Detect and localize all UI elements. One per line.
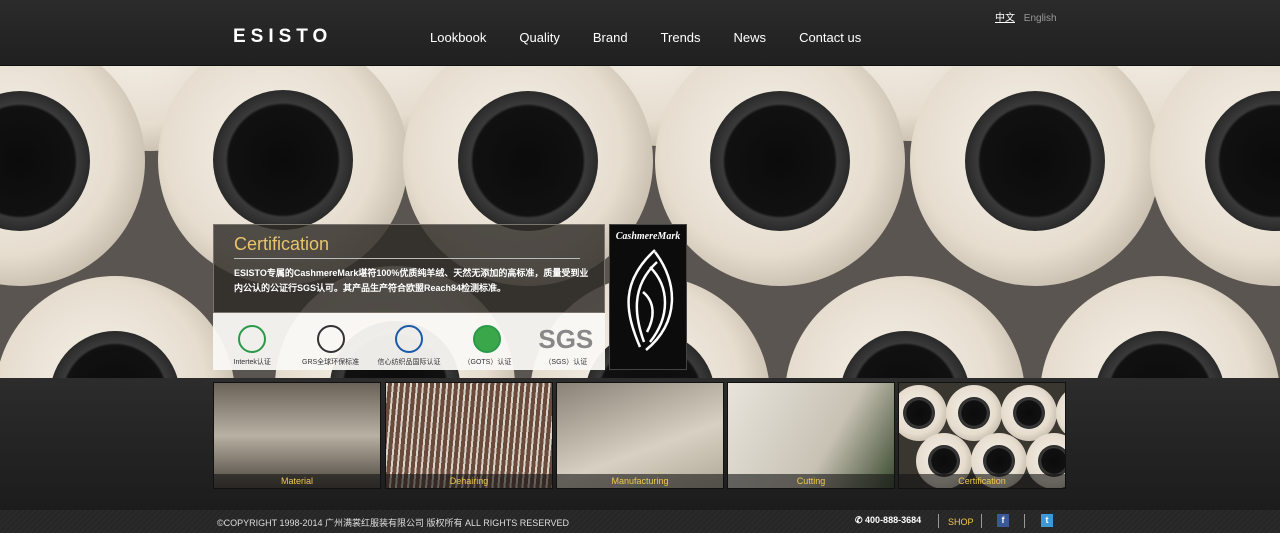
nav-contact[interactable]: Contact us bbox=[799, 30, 861, 45]
thumb-label: Cutting bbox=[728, 474, 894, 488]
thumb-cutting[interactable]: Cutting bbox=[727, 382, 895, 489]
thumb-label: Certification bbox=[899, 474, 1065, 488]
global-recycle-icon bbox=[395, 325, 424, 353]
logo-global-recycle: 信心纺织品国际认证 bbox=[370, 313, 448, 370]
nav-quality[interactable]: Quality bbox=[519, 30, 559, 45]
gots-icon bbox=[473, 325, 502, 353]
thumb-label: Material bbox=[214, 474, 380, 488]
certification-title: Certification bbox=[234, 234, 330, 254]
thumb-label: Manufacturing bbox=[557, 474, 723, 488]
spool-core bbox=[213, 90, 353, 230]
phone-number: 400-888-3684 bbox=[865, 515, 922, 525]
sgs-mark: SGS bbox=[538, 324, 594, 354]
nav-brand[interactable]: Brand bbox=[593, 30, 628, 45]
phone: ✆ 400-888-3684 bbox=[855, 515, 921, 526]
caption: GRS全球环保标准 bbox=[302, 359, 360, 366]
phone-icon: ✆ bbox=[855, 515, 866, 525]
certification-logos: Intertek认证 GRS全球环保标准 信心纺织品国际认证 （GOTS）认证 … bbox=[213, 313, 605, 370]
caption: （SGS）认证 bbox=[544, 359, 588, 366]
nav-trends[interactable]: Trends bbox=[661, 30, 701, 45]
nav-news[interactable]: News bbox=[734, 30, 767, 45]
logo-grs: GRS全球环保标准 bbox=[291, 313, 369, 370]
caption: （GOTS）认证 bbox=[463, 359, 512, 366]
thumb-label: Dehairing bbox=[386, 474, 552, 488]
spool-core bbox=[710, 91, 850, 231]
lang-chinese[interactable]: 中文 bbox=[995, 13, 1015, 24]
cashmere-mark-title: CashmereMark bbox=[615, 231, 681, 242]
facebook-icon[interactable]: f bbox=[997, 514, 1009, 527]
divider bbox=[981, 514, 982, 528]
logo-sgs: SGS （SGS）认证 bbox=[527, 313, 605, 370]
certification-panel: Certification ESISTO专属的CashmereMark堪符100… bbox=[213, 224, 605, 313]
caption: Intertek认证 bbox=[233, 359, 271, 366]
spool-core bbox=[903, 397, 935, 429]
divider bbox=[234, 258, 580, 259]
divider bbox=[938, 514, 939, 528]
thumb-certification[interactable]: Certification bbox=[898, 382, 1066, 489]
logo[interactable]: ESISTO bbox=[233, 26, 332, 48]
copyright: ©COPYRIGHT 1998-2014 广州满裳红服装有限公司 版权所有 AL… bbox=[217, 518, 570, 528]
footer: ©COPYRIGHT 1998-2014 广州满裳红服装有限公司 版权所有 AL… bbox=[0, 510, 1280, 533]
lang-english[interactable]: English bbox=[1024, 13, 1057, 24]
thumb-material[interactable]: Material bbox=[213, 382, 381, 489]
logo-intertek: Intertek认证 bbox=[213, 313, 291, 370]
organic-blended-icon bbox=[316, 325, 345, 353]
nav-lookbook[interactable]: Lookbook bbox=[430, 30, 486, 45]
intertek-icon bbox=[238, 325, 267, 353]
flame-icon bbox=[627, 249, 674, 351]
cashmere-mark-badge: CashmereMark bbox=[609, 224, 687, 370]
logo-gots: （GOTS）认证 bbox=[448, 313, 526, 370]
thumb-manufacturing[interactable]: Manufacturing bbox=[556, 382, 724, 489]
thumb-dehairing[interactable]: Dehairing bbox=[385, 382, 553, 489]
certification-text: ESISTO专属的CashmereMark堪符100%优质纯羊绒、天然无添加的高… bbox=[234, 268, 589, 293]
spool-core bbox=[1038, 445, 1065, 477]
header: ESISTO Lookbook Quality Brand Trends New… bbox=[0, 0, 1280, 66]
main-nav: Lookbook Quality Brand Trends News Conta… bbox=[430, 30, 894, 45]
spool-core bbox=[958, 397, 990, 429]
caption: 信心纺织品国际认证 bbox=[377, 359, 441, 366]
spool-core bbox=[965, 91, 1105, 231]
twitter-icon[interactable]: t bbox=[1041, 514, 1053, 527]
shop-link[interactable]: SHOP bbox=[948, 517, 974, 527]
language-switch: 中文 English bbox=[995, 9, 1063, 24]
spool-core bbox=[983, 445, 1015, 477]
divider bbox=[1024, 514, 1025, 528]
spool-core bbox=[1013, 397, 1045, 429]
spool-core bbox=[928, 445, 960, 477]
spool-core bbox=[458, 91, 598, 231]
